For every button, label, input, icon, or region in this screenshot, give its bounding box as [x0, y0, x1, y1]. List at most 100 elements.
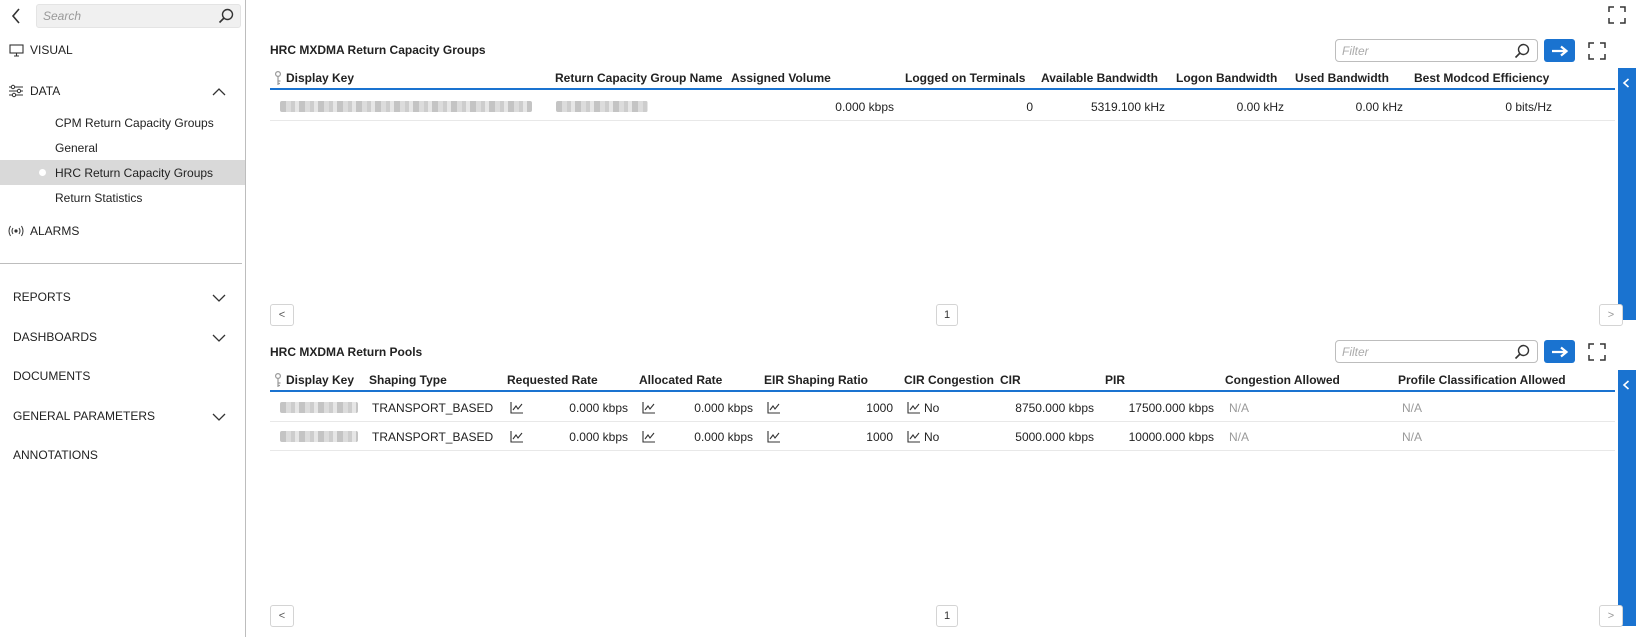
sidebar-item-hrc-return-capacity-groups[interactable]: HRC Return Capacity Groups [0, 160, 245, 185]
cell-congestion-allowed: N/A [1229, 430, 1250, 444]
cell-pir: 17500.000 kbps [1128, 401, 1214, 415]
search-icon[interactable] [218, 8, 234, 27]
chevron-down-icon[interactable] [212, 332, 226, 346]
redacted-display-key [280, 402, 358, 413]
prev-page-button[interactable]: < [270, 304, 294, 326]
line-chart-icon[interactable] [642, 430, 656, 443]
chevron-down-icon[interactable] [212, 292, 226, 306]
cell-eir-shaping-ratio: 1000 [866, 401, 893, 415]
chevron-down-icon[interactable] [212, 411, 226, 425]
cell-requested-rate: 0.000 kbps [569, 401, 628, 415]
apply-filter-button[interactable] [1544, 39, 1575, 62]
nav-data-label: DATA [30, 84, 61, 98]
col-cir-congestion[interactable]: CIR Congestion [904, 373, 994, 387]
sidebar-item-label: CPM Return Capacity Groups [55, 115, 214, 130]
cell-congestion-allowed: N/A [1229, 401, 1250, 415]
redacted-display-key [280, 101, 532, 112]
line-chart-icon[interactable] [767, 401, 781, 414]
apply-filter-button[interactable] [1544, 340, 1575, 363]
chevron-up-icon[interactable] [212, 85, 226, 99]
col-eir-shaping-ratio[interactable]: EIR Shaping Ratio [764, 373, 868, 387]
nav-general-parameters[interactable]: GENERAL PARAMETERS [0, 403, 246, 429]
col-display-key[interactable]: Display Key [286, 373, 354, 387]
expand-panel-icon[interactable] [1588, 343, 1606, 361]
filter-input[interactable] [1336, 40, 1506, 61]
col-allocated-rate[interactable]: Allocated Rate [639, 373, 722, 387]
line-chart-icon[interactable] [510, 430, 524, 443]
nav-alarms[interactable]: ALARMS [0, 219, 246, 243]
cell-best-modcod-efficiency: 0 bits/Hz [1505, 100, 1552, 114]
broadcast-icon [7, 223, 25, 239]
nav-alarms-label: ALARMS [30, 224, 80, 238]
next-page-button[interactable]: > [1599, 605, 1623, 627]
page-number[interactable]: 1 [936, 605, 958, 627]
sidebar-item-general[interactable]: General [0, 135, 245, 160]
nav-visual[interactable]: VISUAL [0, 38, 246, 62]
cell-cir-congestion: No [924, 401, 940, 415]
cell-eir-shaping-ratio: 1000 [866, 430, 893, 444]
chevron-left-icon [11, 8, 20, 24]
table-header: Display Key Return Capacity Group Name A… [270, 68, 1615, 90]
col-assigned-volume[interactable]: Assigned Volume [731, 71, 831, 85]
nav-reports-label: REPORTS [13, 290, 71, 304]
search-icon[interactable] [1514, 43, 1530, 62]
cell-profile-classification-allowed: N/A [1402, 401, 1423, 415]
col-available-bandwidth[interactable]: Available Bandwidth [1041, 71, 1158, 85]
col-shaping-type[interactable]: Shaping Type [369, 373, 447, 387]
nav-annotations[interactable]: ANNOTATIONS [0, 442, 246, 468]
next-page-button[interactable]: > [1599, 304, 1623, 326]
col-congestion-allowed[interactable]: Congestion Allowed [1225, 373, 1340, 387]
col-best-modcod-efficiency[interactable]: Best Modcod Efficiency [1414, 71, 1549, 85]
main-content: HRC MXDMA Return Capacity Groups Display… [247, 0, 1636, 637]
nav-general-parameters-label: GENERAL PARAMETERS [13, 409, 156, 423]
col-pir[interactable]: PIR [1105, 373, 1125, 387]
redacted-group-name [556, 101, 648, 112]
back-button[interactable] [6, 5, 26, 27]
sliders-icon [7, 83, 25, 99]
expand-panel-icon[interactable] [1588, 42, 1606, 60]
filter-input[interactable] [1336, 341, 1506, 362]
prev-page-button[interactable]: < [270, 605, 294, 627]
nav-data[interactable]: DATA [0, 79, 246, 103]
side-panel-tab[interactable] [1618, 370, 1636, 626]
cell-logged-on-terminals: 0 [1026, 100, 1033, 114]
cell-cir: 8750.000 kbps [1015, 401, 1094, 415]
line-chart-icon[interactable] [510, 401, 524, 414]
col-profile-classification-allowed[interactable]: Profile Classification Allowed [1398, 373, 1566, 387]
sidebar: VISUAL DATA CPM Return Capacity Groups G… [0, 0, 246, 637]
sidebar-item-cpm-return-capacity-groups[interactable]: CPM Return Capacity Groups [0, 110, 245, 135]
col-requested-rate[interactable]: Requested Rate [507, 373, 598, 387]
side-panel-tab[interactable] [1618, 68, 1636, 320]
line-chart-icon[interactable] [767, 430, 781, 443]
col-logon-bandwidth[interactable]: Logon Bandwidth [1176, 71, 1277, 85]
app-root: VISUAL DATA CPM Return Capacity Groups G… [0, 0, 1636, 637]
nav-reports[interactable]: REPORTS [0, 284, 246, 310]
col-used-bandwidth[interactable]: Used Bandwidth [1295, 71, 1389, 85]
cell-shaping-type: TRANSPORT_BASED [372, 430, 494, 444]
nav-documents[interactable]: DOCUMENTS [0, 363, 246, 389]
page-number[interactable]: 1 [936, 304, 958, 326]
cell-logon-bandwidth: 0.00 kHz [1236, 100, 1284, 114]
capacity-groups-panel: HRC MXDMA Return Capacity Groups Display… [247, 0, 1636, 330]
col-display-key[interactable]: Display Key [286, 71, 354, 85]
sidebar-item-label: Return Statistics [55, 190, 143, 205]
table-row[interactable]: TRANSPORT_BASED 0.000 kbps 0.000 kbps 10… [270, 422, 1615, 451]
cell-assigned-volume: 0.000 kbps [835, 100, 894, 114]
table-row[interactable]: TRANSPORT_BASED 0.000 kbps 0.000 kbps 10… [270, 393, 1615, 422]
table-row[interactable]: 0.000 kbps 0 5319.100 kHz 0.00 kHz 0.00 … [270, 92, 1615, 121]
line-chart-icon[interactable] [907, 401, 921, 414]
line-chart-icon[interactable] [907, 430, 921, 443]
col-logged-on-terminals[interactable]: Logged on Terminals [905, 71, 1025, 85]
cell-cir-congestion: No [924, 430, 940, 444]
sidebar-item-return-statistics[interactable]: Return Statistics [0, 185, 245, 210]
line-chart-icon[interactable] [642, 401, 656, 414]
sidebar-item-label: General [55, 140, 98, 155]
redacted-display-key [280, 431, 358, 442]
sidebar-search-input[interactable] [37, 5, 212, 27]
col-return-capacity-group-name[interactable]: Return Capacity Group Name [555, 71, 722, 85]
nav-annotations-label: ANNOTATIONS [13, 448, 98, 462]
col-cir[interactable]: CIR [1000, 373, 1021, 387]
search-icon[interactable] [1514, 344, 1530, 363]
nav-dashboards[interactable]: DASHBOARDS [0, 324, 246, 350]
key-icon [274, 372, 282, 391]
